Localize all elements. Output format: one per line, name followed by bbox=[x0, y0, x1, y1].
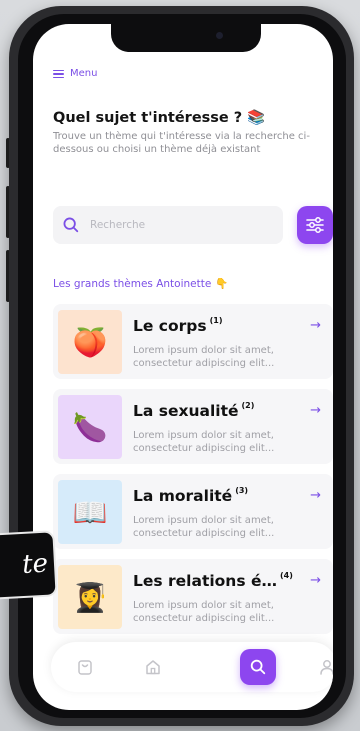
menu-button[interactable]: Menu bbox=[53, 68, 97, 79]
peach-icon: 🍑 bbox=[72, 325, 108, 359]
page-title-text: Quel sujet t'intéresse ? bbox=[53, 110, 243, 126]
theme-number: (1) bbox=[209, 316, 223, 325]
sliders-icon bbox=[306, 217, 324, 233]
nav-profile[interactable] bbox=[309, 649, 333, 685]
menu-label: Menu bbox=[70, 68, 98, 79]
page-subtitle: Trouve un thème qui t'intéresse via la r… bbox=[53, 131, 310, 155]
arrow-right-icon[interactable]: → bbox=[310, 318, 321, 333]
filter-button[interactable] bbox=[297, 206, 333, 244]
theme-title: La moralité (3) bbox=[133, 486, 249, 505]
overlay-caption-text: te bbox=[21, 548, 49, 580]
theme-description: Lorem ipsum dolor sit amet, consectetur … bbox=[133, 430, 275, 454]
theme-thumbnail: 🍑 bbox=[58, 310, 122, 374]
page-title: Quel sujet t'intéresse ? 📚 bbox=[53, 109, 265, 126]
arrow-right-icon[interactable]: → bbox=[310, 573, 321, 588]
pointing-down-icon: 👇 bbox=[215, 278, 229, 290]
graduate-woman-icon: 👩‍🎓 bbox=[72, 580, 108, 614]
phone-notch bbox=[111, 24, 261, 52]
bottom-navigation bbox=[51, 642, 333, 692]
theme-number: (3) bbox=[235, 486, 249, 495]
home-icon bbox=[146, 660, 160, 675]
section-heading: Les grands thèmes Antoinette 👇 bbox=[53, 277, 229, 291]
camera-icon bbox=[216, 32, 223, 39]
search-bar[interactable] bbox=[53, 206, 283, 244]
eggplant-icon: 🍆 bbox=[72, 410, 108, 444]
app-screen: Menu Quel sujet t'intéresse ? 📚 Trouve u… bbox=[33, 24, 333, 710]
theme-thumbnail: 📖 bbox=[58, 480, 122, 544]
theme-thumbnail: 🍆 bbox=[58, 395, 122, 459]
theme-title: La sexualité (2) bbox=[133, 401, 255, 420]
theme-card-moralite[interactable]: 📖 La moralité (3) Lorem ipsum dolor sit a… bbox=[53, 474, 333, 549]
search-icon bbox=[63, 217, 79, 233]
theme-description: Lorem ipsum dolor sit amet, consectetur … bbox=[133, 345, 275, 369]
theme-description: Lorem ipsum dolor sit amet, consectetur … bbox=[133, 515, 275, 539]
search-input[interactable] bbox=[88, 218, 272, 232]
profile-icon bbox=[320, 660, 333, 675]
section-heading-text: Les grands thèmes Antoinette bbox=[53, 277, 212, 290]
theme-card-corps[interactable]: 🍑 Le corps (1) Lorem ipsum dolor sit amet… bbox=[53, 304, 333, 379]
theme-title: Les relations é… (4) bbox=[133, 571, 293, 590]
shopping-bag-icon bbox=[78, 660, 92, 675]
theme-thumbnail: 👩‍🎓 bbox=[58, 565, 122, 629]
search-icon bbox=[250, 659, 266, 675]
overlay-caption: te bbox=[0, 530, 58, 600]
arrow-right-icon[interactable]: → bbox=[310, 403, 321, 418]
theme-card-sexualite[interactable]: 🍆 La sexualité (2) Lorem ipsum dolor sit … bbox=[53, 389, 333, 464]
open-book-icon: 📖 bbox=[72, 495, 108, 529]
books-icon: 📚 bbox=[247, 110, 266, 126]
nav-shopping-bag[interactable] bbox=[67, 649, 103, 685]
theme-number: (4) bbox=[279, 571, 293, 580]
theme-description: Lorem ipsum dolor sit amet, consectetur … bbox=[133, 600, 275, 624]
theme-number: (2) bbox=[241, 401, 255, 410]
nav-home[interactable] bbox=[135, 649, 171, 685]
hamburger-icon bbox=[53, 69, 64, 78]
nav-search[interactable] bbox=[240, 649, 276, 685]
background: Menu Quel sujet t'intéresse ? 📚 Trouve u… bbox=[0, 0, 360, 731]
theme-title: Le corps (1) bbox=[133, 316, 223, 335]
theme-card-relations[interactable]: 👩‍🎓 Les relations é… (4) Lorem ipsum dolo… bbox=[53, 559, 333, 634]
arrow-right-icon[interactable]: → bbox=[310, 488, 321, 503]
